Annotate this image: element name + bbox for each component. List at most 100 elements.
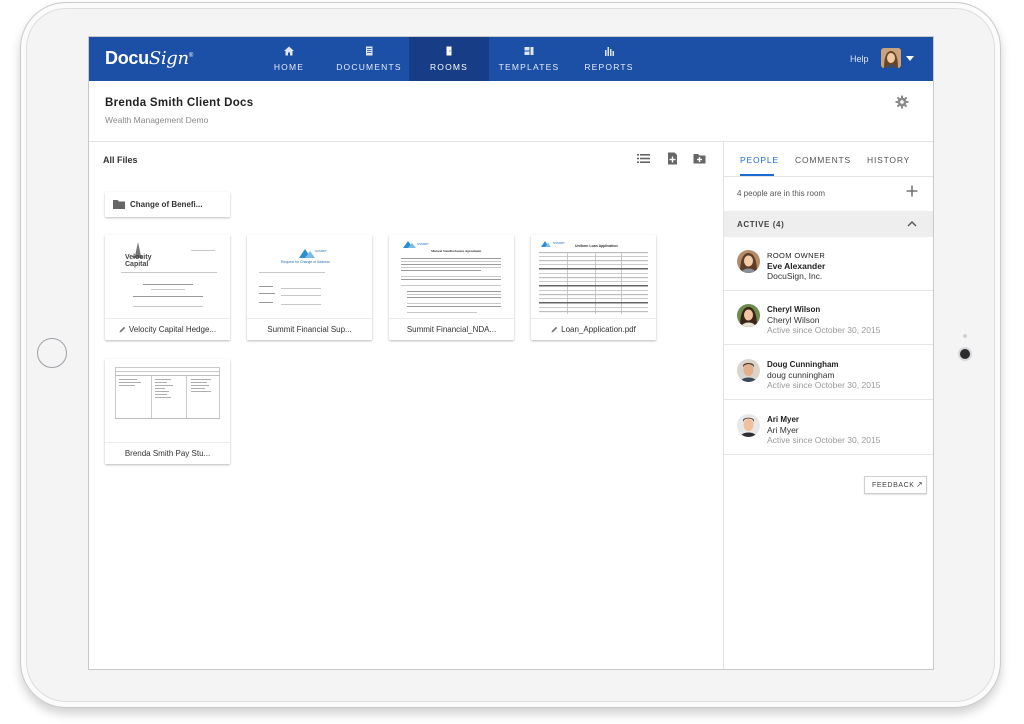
file-card[interactable]: SUMMIT Uniform Loan Application Loan_App… <box>531 235 656 340</box>
file-footer: Velocity Capital Hedge... <box>105 318 230 341</box>
thumb-line <box>401 270 481 271</box>
folder-icon <box>113 200 125 209</box>
nav-rooms[interactable]: ROOMS <box>409 37 489 81</box>
thumb-line <box>401 279 501 280</box>
file-footer: Summit Financial Sup... <box>247 318 372 341</box>
thumb-line <box>259 302 273 303</box>
person-row[interactable]: Ari Myer Ari Myer Active since October 3… <box>724 401 933 455</box>
active-section-header[interactable]: ACTIVE (4) <box>724 211 933 237</box>
thumb-line <box>143 284 193 285</box>
thumb-line <box>407 297 501 298</box>
file-card[interactable]: Brenda Smith Pay Stu... <box>105 359 230 464</box>
active-tab-indicator <box>740 174 774 176</box>
file-footer: Loan_Application.pdf <box>531 318 656 341</box>
file-name: Summit Financial Sup... <box>267 325 352 334</box>
tablet-camera <box>960 349 970 359</box>
person-role: ROOM OWNER <box>767 251 826 260</box>
list-view-icon[interactable] <box>637 152 650 165</box>
file-name: Summit Financial_NDA... <box>406 325 497 334</box>
thumb-line <box>133 306 203 307</box>
person-name: Cheryl Wilson <box>767 305 821 314</box>
pay-stub-thumbnail-icon <box>115 367 220 419</box>
thumb-line <box>281 304 321 305</box>
person-avatar <box>737 359 760 382</box>
add-person-icon[interactable] <box>906 185 918 197</box>
person-row[interactable]: Doug Cunningham doug cunningham Active s… <box>724 346 933 400</box>
pencil-icon <box>551 326 558 333</box>
tabs-divider <box>724 176 933 177</box>
nav-home-label: HOME <box>273 62 305 72</box>
thumb-line <box>151 289 185 290</box>
person-username: doug cunningham <box>767 370 835 380</box>
tab-people[interactable]: PEOPLE <box>740 155 779 165</box>
templates-icon <box>524 47 534 55</box>
reports-icon <box>605 47 614 56</box>
file-card[interactable]: SUMMIT Mutual Nondisclosure Agreement Su… <box>389 235 514 340</box>
folder-card[interactable]: Change of Benefi... <box>105 192 230 217</box>
person-avatar <box>737 414 760 437</box>
nav-templates-label: TEMPLATES <box>498 62 560 72</box>
user-photo-icon <box>881 48 901 68</box>
thumb-line <box>401 261 501 262</box>
person-active-since: Active since October 30, 2015 <box>767 325 881 335</box>
nav-documents[interactable]: DOCUMENTS <box>329 37 409 81</box>
thumb-line <box>401 264 501 265</box>
person-photo-icon <box>737 414 760 437</box>
thumb-line: Velocity <box>125 254 152 261</box>
file-card[interactable]: SUMMIT Request for Change of Address Sum… <box>247 235 372 340</box>
person-active-since: Active since October 30, 2015 <box>767 380 881 390</box>
help-link[interactable]: Help <box>850 54 869 64</box>
thumb-brand: SUMMIT <box>553 241 565 245</box>
thumb-line <box>407 294 501 295</box>
tab-comments[interactable]: COMMENTS <box>795 155 851 165</box>
nav-rooms-label: ROOMS <box>429 62 469 72</box>
logo-registered: ® <box>188 53 193 59</box>
nav-templates[interactable]: TEMPLATES <box>489 37 569 81</box>
people-count: 4 people are in this room <box>737 189 826 198</box>
docusign-logo[interactable]: DocuSign® <box>105 48 193 69</box>
header-divider <box>89 141 933 142</box>
logo-text-italic: Sign <box>148 48 189 69</box>
feedback-button[interactable]: FEEDBACK ↗ <box>864 476 927 494</box>
chevron-up-icon[interactable] <box>907 220 917 227</box>
active-count-label: ACTIVE (4) <box>737 220 785 229</box>
tab-history[interactable]: HISTORY <box>867 155 910 165</box>
thumb-line <box>401 285 501 286</box>
thumb-line <box>407 312 477 313</box>
app-screen: DocuSign® HOME DOCUMENTS ROOMS TEMPLATES… <box>88 36 934 670</box>
pencil-icon <box>119 326 126 333</box>
file-label: Velocity Capital Hedge... <box>105 325 230 334</box>
nav-home[interactable]: HOME <box>249 37 329 81</box>
thumb-line <box>401 276 501 277</box>
file-name: Velocity Capital Hedge... <box>128 325 217 334</box>
file-name: Loan_Application.pdf <box>561 325 636 334</box>
person-row[interactable]: Cheryl Wilson Cheryl Wilson Active since… <box>724 291 933 345</box>
nav-reports[interactable]: REPORTS <box>569 37 649 81</box>
person-photo-icon <box>737 304 760 327</box>
person-row[interactable]: ROOM OWNER Eve Alexander DocuSign, Inc. <box>724 237 933 291</box>
thumb-line <box>259 272 325 273</box>
person-name: Eve Alexander <box>767 261 826 271</box>
person-name: Ari Myer <box>767 415 800 424</box>
thumb-company-name: Velocity Capital <box>125 254 151 268</box>
add-folder-icon[interactable] <box>693 152 706 165</box>
add-file-icon[interactable] <box>666 152 679 165</box>
rooms-icon <box>446 46 452 56</box>
person-avatar <box>737 250 760 273</box>
feedback-label: FEEDBACK <box>872 482 915 489</box>
thumb-line <box>259 286 273 287</box>
tablet-home-button[interactable] <box>37 338 67 368</box>
gear-icon[interactable] <box>895 95 909 109</box>
summit-logo-icon <box>539 241 648 314</box>
file-card[interactable]: Velocity Capital Velocity Capital Hedge..… <box>105 235 230 340</box>
thumb-brand: SUMMIT <box>315 249 327 253</box>
person-active-since: Active since October 30, 2015 <box>767 435 881 445</box>
user-menu-caret-icon[interactable] <box>906 56 914 61</box>
file-thumbnail: SUMMIT Mutual Nondisclosure Agreement <box>395 238 508 318</box>
room-title: Brenda Smith Client Docs <box>105 97 254 109</box>
home-icon <box>284 46 294 56</box>
user-avatar[interactable] <box>881 48 901 68</box>
thumb-line <box>407 291 501 292</box>
thumb-line <box>281 288 321 289</box>
tablet-sensor <box>963 334 967 338</box>
